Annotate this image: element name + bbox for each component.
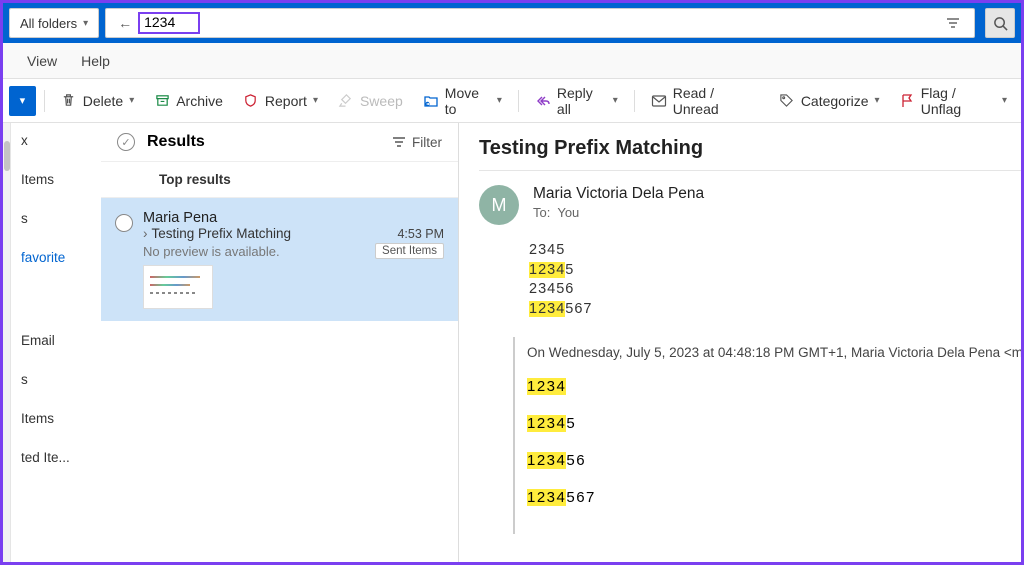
categorize-label: Categorize [801,93,869,109]
folder-item[interactable]: s [21,211,101,226]
reply-all-button[interactable]: Reply all ▾ [527,81,626,121]
move-to-label: Move to [445,85,491,117]
sender-row: M Maria Victoria Dela Pena To: You [479,185,1021,225]
report-label: Report [265,93,307,109]
folder-arrow-icon [423,93,439,109]
flag-label: Flag / Unflag [921,85,996,117]
chevron-down-icon: ▾ [313,95,318,106]
reply-all-icon [535,93,551,109]
message-item-selected[interactable]: Maria Pena › Testing Prefix Matching 4:5… [101,198,458,321]
folder-item[interactable]: Email [21,333,101,348]
folder-item[interactable]: s [21,372,101,387]
message-list: ✓ Results Filter Top results Maria Pena … [101,123,459,562]
sender-name: Maria Victoria Dela Pena [533,185,704,203]
filter-icon[interactable] [938,8,968,38]
filter-button[interactable]: Filter [392,135,442,150]
envelope-icon [651,93,667,109]
select-all-checkbox[interactable]: ✓ [117,133,135,151]
search-highlight: 1234 [529,262,565,278]
search-button[interactable] [985,8,1015,38]
archive-label: Archive [176,93,223,109]
avatar: M [479,185,519,225]
tag-icon [779,93,795,109]
delete-button[interactable]: Delete ▾ [53,89,143,113]
folder-scope-label: All folders [20,16,77,31]
filter-label: Filter [412,135,442,150]
message-from: Maria Pena [143,210,444,226]
ribbon-tabs: View Help [3,43,1021,79]
search-highlight: 1234 [527,452,566,469]
recipient-line: To: You [533,205,704,220]
reply-all-label: Reply all [557,85,607,117]
folder-badge: Sent Items [375,243,444,259]
read-unread-label: Read / Unread [673,85,759,117]
flag-icon [900,93,915,109]
folder-scope-dropdown[interactable]: All folders ▾ [9,8,99,38]
search-highlight: 1234 [527,415,566,432]
move-to-button[interactable]: Move to ▾ [415,81,510,121]
delete-label: Delete [83,93,123,109]
search-highlight: 1234 [527,489,566,506]
folder-item[interactable]: x [21,133,101,148]
report-button[interactable]: Report ▾ [235,89,326,113]
chevron-right-icon: › [143,226,148,241]
categorize-button[interactable]: Categorize ▾ [771,89,888,113]
search-highlight: 1234 [529,301,565,317]
message-subject: › Testing Prefix Matching [143,226,291,241]
search-field[interactable]: ← [105,8,975,38]
new-mail-dropdown[interactable]: ▾ [9,86,36,116]
folder-item-favorite[interactable]: favorite [21,250,101,265]
quoted-message: On Wednesday, July 5, 2023 at 04:48:18 P… [513,337,1021,534]
sweep-button: Sweep [330,89,411,113]
chevron-down-icon: ▾ [1002,95,1007,106]
sweep-icon [338,93,354,109]
toolbar: ▾ Delete ▾ Archive Report ▾ Sweep Move t… [3,79,1021,123]
results-header: ✓ Results Filter [101,123,458,162]
flag-button[interactable]: Flag / Unflag ▾ [892,81,1015,121]
search-input[interactable] [144,14,194,30]
folder-pane: x Items s favorite Email s Items ted Ite… [11,123,101,562]
shield-icon [243,93,259,109]
sweep-label: Sweep [360,93,403,109]
chevron-down-icon: ▾ [129,95,134,106]
archive-icon [154,93,170,109]
quoted-header: On Wednesday, July 5, 2023 at 04:48:18 P… [527,345,1021,360]
tab-view[interactable]: View [27,53,57,69]
message-thumbnail [143,265,213,309]
tab-help[interactable]: Help [81,53,110,69]
search-highlight: 1234 [527,378,566,395]
back-arrow-icon[interactable]: ← [112,15,138,31]
top-results-heading: Top results [101,162,458,198]
folder-item[interactable]: Items [21,411,101,426]
folder-item[interactable]: ted Ite... [21,450,101,465]
reading-subject: Testing Prefix Matching [479,137,1021,171]
read-unread-button[interactable]: Read / Unread [643,81,767,121]
message-checkbox[interactable] [115,214,133,232]
message-body: 2345 12345 23456 1234567 [479,241,1021,319]
folder-scrollbar[interactable] [3,123,11,562]
folder-item[interactable]: Items [21,172,101,187]
reading-pane: Testing Prefix Matching M Maria Victoria… [459,123,1021,562]
trash-icon [61,93,77,109]
chevron-down-icon: ▾ [497,95,502,106]
message-preview: No preview is available. [143,244,280,259]
chevron-down-icon: ▾ [613,95,618,106]
main-content: x Items s favorite Email s Items ted Ite… [3,123,1021,562]
message-time: 4:53 PM [397,227,444,241]
search-bar: All folders ▾ ← [3,3,1021,43]
chevron-down-icon: ▾ [875,95,880,106]
chevron-down-icon: ▾ [83,18,88,29]
search-query-highlight [138,12,200,34]
results-title: Results [147,133,380,151]
archive-button[interactable]: Archive [146,89,231,113]
